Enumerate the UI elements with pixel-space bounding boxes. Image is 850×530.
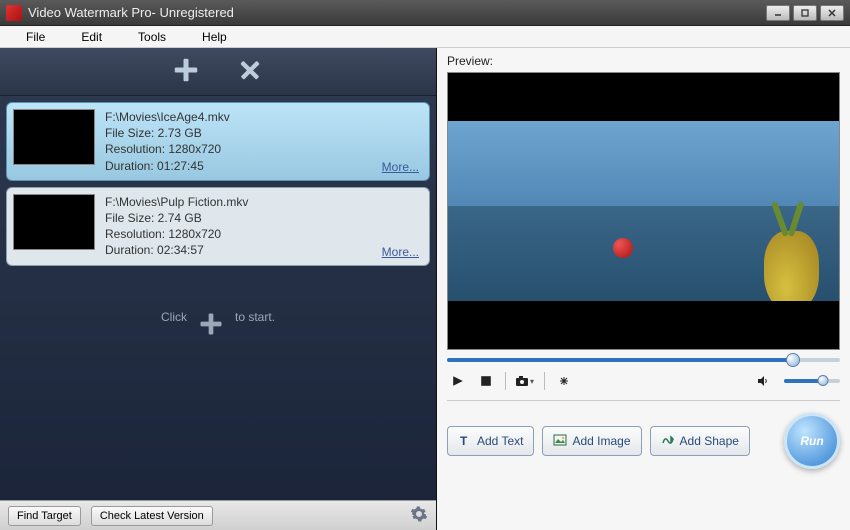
plus-icon	[197, 310, 225, 341]
file-size: File Size: 2.74 GB	[105, 210, 423, 226]
svg-text:T: T	[460, 434, 468, 447]
seek-bar[interactable]	[447, 358, 840, 362]
add-text-button[interactable]: T Add Text	[447, 426, 534, 456]
volume-knob[interactable]	[818, 375, 829, 386]
window-title: Video Watermark Pro- Unregistered	[28, 5, 766, 20]
effects-button[interactable]	[553, 372, 575, 390]
remove-file-button[interactable]	[235, 55, 265, 88]
preview-frame	[448, 121, 839, 301]
add-shape-button[interactable]: Add Shape	[650, 426, 750, 456]
file-thumbnail	[13, 194, 95, 250]
file-thumbnail	[13, 109, 95, 165]
minimize-button[interactable]	[766, 5, 790, 21]
file-info: F:\Movies\Pulp Fiction.mkv File Size: 2.…	[105, 194, 423, 259]
menubar: File Edit Tools Help	[0, 26, 850, 48]
bottom-bar-left: Find Target Check Latest Version	[0, 500, 436, 530]
file-more-link[interactable]: More...	[382, 245, 419, 259]
add-shape-label: Add Shape	[680, 434, 739, 448]
menu-edit[interactable]: Edit	[63, 27, 120, 47]
text-icon: T	[458, 433, 472, 450]
file-duration: Duration: 02:34:57	[105, 242, 423, 258]
file-duration: Duration: 01:27:45	[105, 158, 423, 174]
find-target-button[interactable]: Find Target	[8, 506, 81, 526]
image-icon	[553, 433, 567, 450]
add-image-button[interactable]: Add Image	[542, 426, 641, 456]
file-resolution: Resolution: 1280x720	[105, 141, 423, 157]
file-size: File Size: 2.73 GB	[105, 125, 423, 141]
file-resolution: Resolution: 1280x720	[105, 226, 423, 242]
volume-icon[interactable]	[752, 372, 774, 390]
menu-file[interactable]: File	[8, 27, 63, 47]
app-icon	[6, 5, 22, 21]
left-toolbar	[0, 48, 436, 96]
file-path: F:\Movies\IceAge4.mkv	[105, 109, 423, 125]
settings-button[interactable]	[410, 505, 428, 526]
preview-area	[447, 72, 840, 350]
preview-label: Preview:	[447, 54, 840, 68]
menu-help[interactable]: Help	[184, 27, 245, 47]
file-item[interactable]: F:\Movies\IceAge4.mkv File Size: 2.73 GB…	[6, 102, 430, 181]
add-text-label: Add Text	[477, 434, 523, 448]
file-info: F:\Movies\IceAge4.mkv File Size: 2.73 GB…	[105, 109, 423, 174]
playback-controls	[447, 366, 840, 401]
seek-knob[interactable]	[786, 353, 800, 367]
right-panel: Preview:	[437, 48, 850, 530]
check-latest-version-button[interactable]: Check Latest Version	[91, 506, 213, 526]
stop-button[interactable]	[475, 372, 497, 390]
hint-before: Click	[161, 310, 187, 324]
run-label: Run	[800, 434, 823, 448]
close-button[interactable]	[820, 5, 844, 21]
file-list: F:\Movies\IceAge4.mkv File Size: 2.73 GB…	[0, 96, 436, 272]
file-path: F:\Movies\Pulp Fiction.mkv	[105, 194, 423, 210]
volume-slider[interactable]	[784, 379, 840, 383]
separator	[544, 372, 545, 390]
left-panel: F:\Movies\IceAge4.mkv File Size: 2.73 GB…	[0, 48, 437, 530]
titlebar: Video Watermark Pro- Unregistered	[0, 0, 850, 26]
menu-tools[interactable]: Tools	[120, 27, 184, 47]
window-buttons	[766, 5, 844, 21]
watermark-actions: T Add Text Add Image Add Shape Run	[447, 401, 840, 475]
run-button[interactable]: Run	[784, 413, 840, 469]
maximize-button[interactable]	[793, 5, 817, 21]
separator	[505, 372, 506, 390]
add-image-label: Add Image	[572, 434, 630, 448]
file-more-link[interactable]: More...	[382, 160, 419, 174]
snapshot-button[interactable]	[514, 372, 536, 390]
file-item[interactable]: F:\Movies\Pulp Fiction.mkv File Size: 2.…	[6, 187, 430, 266]
click-to-start-hint: Click to start.	[0, 272, 436, 501]
hint-after: to start.	[235, 310, 275, 324]
add-file-button[interactable]	[171, 55, 201, 88]
play-button[interactable]	[447, 372, 469, 390]
shape-icon	[661, 433, 675, 450]
